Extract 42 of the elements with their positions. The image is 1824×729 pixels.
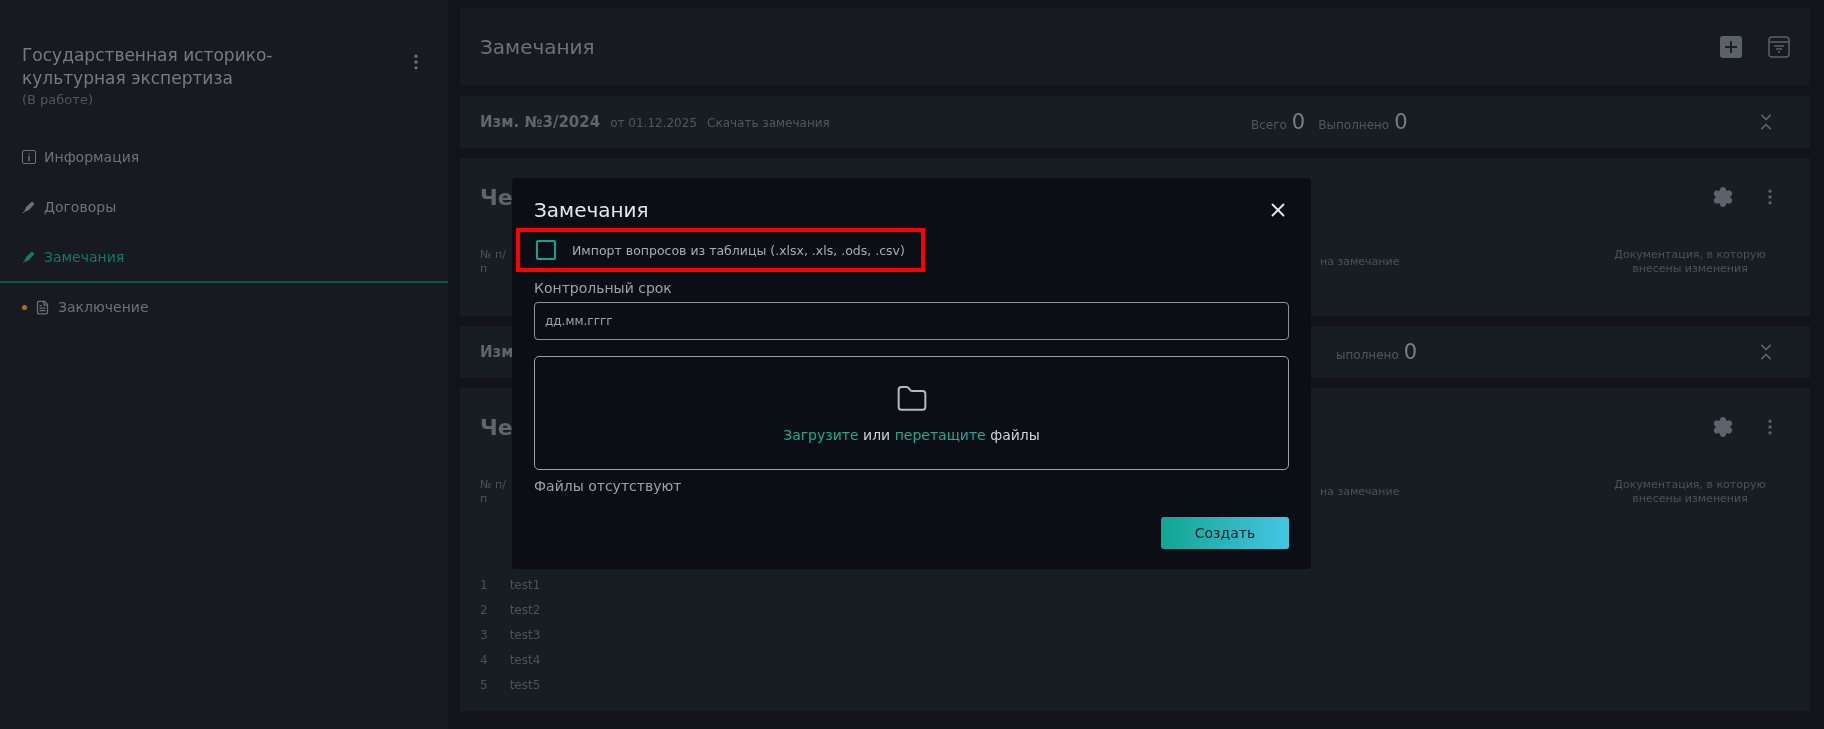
add-icon[interactable] <box>1720 36 1742 58</box>
download-link[interactable]: Скачать замечания <box>707 116 830 130</box>
pen-icon <box>22 250 36 264</box>
project-status: (В работе) <box>22 92 94 107</box>
done-count: 0 <box>1394 110 1408 134</box>
card-title: Че <box>480 414 513 440</box>
done-label: Выполнено <box>1318 118 1390 132</box>
total-count: 0 <box>1291 110 1306 134</box>
create-button[interactable]: Создать <box>1161 517 1289 549</box>
done-label: ыполнено <box>1336 348 1399 362</box>
page-title: Замечания <box>480 35 595 59</box>
sidebar-item-label: Информация <box>44 149 140 165</box>
revision-title: Изм <box>480 343 514 361</box>
sidebar-item-label: Договоры <box>44 199 117 215</box>
sidebar-item-label: Заключение <box>58 299 149 315</box>
card-title: Че <box>480 184 513 210</box>
dropzone[interactable]: Загрузите или перетащите файлы <box>534 356 1289 470</box>
project-title: Государственная историко-культурная экспертиза <box>22 44 274 90</box>
modal-title: Замечания <box>534 198 649 222</box>
checkbox[interactable] <box>536 240 556 260</box>
settings-icon[interactable] <box>1712 186 1734 208</box>
sidebar-item-label: Замечания <box>44 249 125 265</box>
revision-title: Изм. №3/2024 <box>480 113 601 131</box>
total-label: Всего <box>1251 118 1287 132</box>
drag-link[interactable]: перетащите <box>894 427 986 443</box>
files-status: Файлы отсутствуют <box>534 478 683 494</box>
sidebar-item[interactable]: Договоры <box>0 183 448 233</box>
field-label: Контрольный срок <box>534 280 673 296</box>
info-icon <box>22 150 36 164</box>
pen-icon <box>22 200 36 214</box>
document-icon <box>35 299 50 315</box>
done-count: 0 <box>1403 340 1418 364</box>
sidebar-item[interactable]: Информация <box>0 133 448 183</box>
date-field[interactable]: дд.мм.гггг <box>534 302 1289 340</box>
dropzone-text: Загрузите или перетащите файлы <box>783 427 1040 443</box>
filter-icon[interactable] <box>1768 36 1790 58</box>
checkbox-label: Импорт вопросов из таблицы (.xlsx, .xls, .ods, .csv) <box>572 242 905 258</box>
upload-link[interactable]: Загрузите <box>783 427 859 443</box>
revision-date: от 01.12.2025 <box>610 116 698 130</box>
settings-icon[interactable] <box>1712 416 1734 438</box>
sidebar-item[interactable]: Заключение <box>0 283 448 333</box>
sidebar-item[interactable]: Замечания <box>0 233 448 283</box>
